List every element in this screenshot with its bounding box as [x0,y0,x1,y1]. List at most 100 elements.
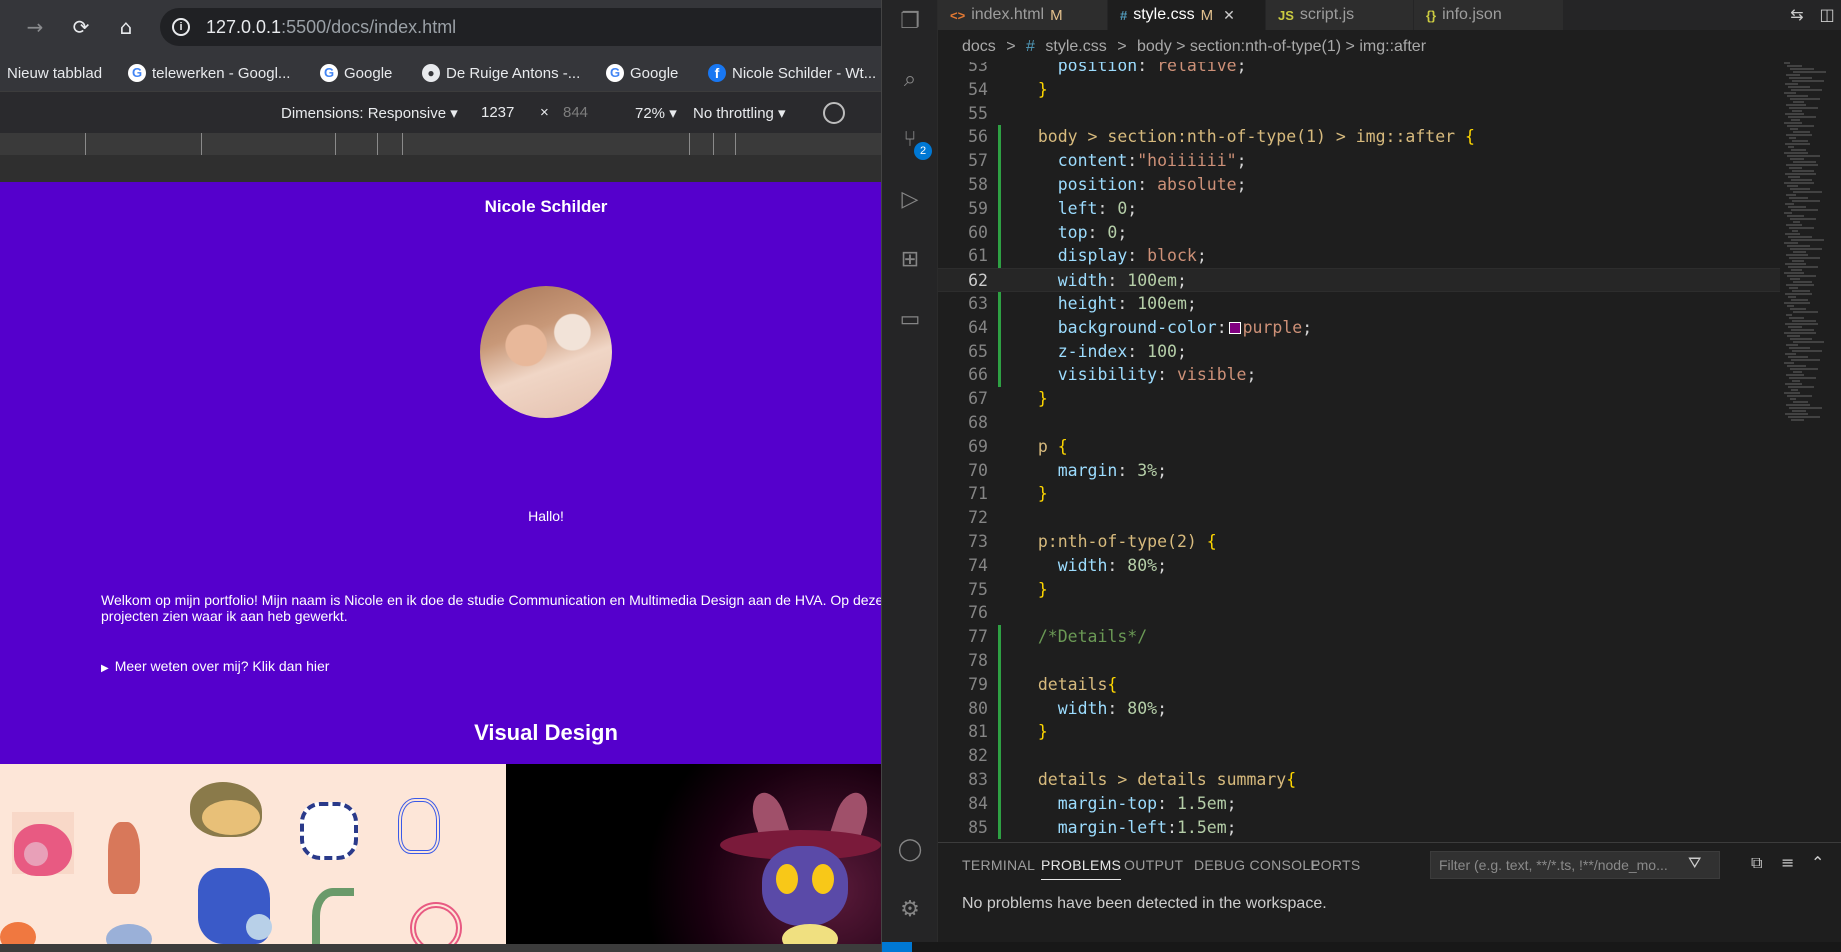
project-thumbnail-character[interactable] [506,764,881,944]
bookmark-google-1[interactable]: G Google [320,62,392,84]
problems-filter-input[interactable]: Filter (e.g. text, **/*.ts, !**/node_mo.… [1430,851,1720,879]
code-line[interactable]: 75 } [938,578,1788,602]
site-info-icon[interactable]: i [172,18,190,36]
code-line[interactable]: 72 [938,506,1788,530]
split-editor-icon[interactable]: ◫ [1816,4,1838,26]
code-line[interactable]: 80 width: 80%; [938,697,1788,721]
code-editor[interactable]: 53 position: relative; 54 } 55 56 body > se… [938,62,1841,842]
code-line[interactable]: 53 position: relative; [938,62,1788,78]
code-line[interactable]: 57 content:"hoiiiiii"; [938,149,1788,173]
project-thumbnail-shapes[interactable] [0,764,506,944]
code-token: margin-top [1018,793,1158,813]
home-icon[interactable]: ⌂ [113,14,139,40]
code-line[interactable]: 64 background-color: purple; [938,316,1788,340]
tab-index-html[interactable]: <> index.html M [938,0,1108,30]
maximize-panel-icon[interactable]: ⌃ [1811,853,1824,872]
minimap-line [1785,353,1796,355]
code-line[interactable]: 78 [938,649,1788,673]
globe-icon: ● [422,64,440,82]
run-debug-icon[interactable]: ▷ [896,186,924,214]
reload-icon[interactable]: ⟳ [68,14,94,40]
close-tab-icon[interactable]: ✕ [1223,7,1235,24]
code-line[interactable]: 66 visibility: visible; [938,363,1788,387]
breadcrumb-docs[interactable]: docs [962,38,996,55]
code-line[interactable]: 67 } [938,387,1788,411]
code-line[interactable]: 71 } [938,482,1788,506]
code-line[interactable]: 83 details > details summary{ [938,768,1788,792]
bookmark-google-2[interactable]: G Google [606,62,678,84]
breadcrumb-file[interactable]: style.css [1045,38,1106,55]
media-query-ruler[interactable] [0,133,881,155]
panel-tab-problems[interactable]: PROBLEMS [1041,857,1122,880]
panel-tab-terminal[interactable]: TERMINAL [962,857,1035,873]
forward-icon[interactable]: → [22,14,48,40]
tab-script-js[interactable]: JS script.js [1266,0,1414,30]
code-line[interactable]: 54 } [938,78,1788,102]
code-line[interactable]: 82 [938,744,1788,768]
code-line[interactable]: 55 [938,102,1788,126]
throttling-dropdown[interactable]: No throttling ▾ [693,104,786,122]
code-line[interactable]: 69 p { [938,435,1788,459]
code-token: ; [1157,460,1168,480]
code-line[interactable]: 56 body > section:nth-of-type(1) > img::… [938,125,1788,149]
code-line[interactable]: 81 } [938,720,1788,744]
tab-style-css[interactable]: # style.css M ✕ [1108,0,1266,30]
code-line[interactable]: 58 position: absolute; [938,173,1788,197]
minimap[interactable] [1780,62,1841,842]
bookmark-nicole-schilder[interactable]: f Nicole Schilder - Wt... [708,62,876,84]
bookmark-de-ruige-antons[interactable]: ● De Ruige Antons -... [422,62,580,84]
search-icon[interactable]: ⌕ [896,66,924,94]
remote-indicator[interactable] [882,942,912,952]
code-line[interactable]: 85 margin-left:1.5em; [938,816,1788,840]
dimensions-dropdown[interactable]: Dimensions: Responsive ▾ [281,104,458,122]
color-swatch[interactable] [1228,322,1241,335]
line-number: 59 [968,198,988,218]
code-line[interactable]: 63 height: 100em; [938,292,1788,316]
viewport-height-input[interactable]: 844 [563,104,588,121]
collapse-all-icon[interactable]: ⧉ [1751,853,1762,873]
compare-changes-icon[interactable]: ⇆ [1786,4,1808,26]
code-line[interactable]: 62 width: 100em; [938,268,1788,292]
remote-explorer-icon[interactable]: ▭ [896,306,924,334]
url-omnibox[interactable]: i 127.0.0.1:5500/docs/index.html [160,8,881,46]
json-file-icon: {} [1426,7,1437,23]
panel-tab-debug-console[interactable]: DEBUG CONSOLE [1194,857,1320,873]
code-token: } [1018,484,1048,504]
code-text: width: 80%; [1018,697,1167,721]
panel-tab-output[interactable]: OUTPUT [1124,857,1183,873]
viewport-width-input[interactable]: 1237 [481,104,514,121]
tab-info-json[interactable]: {} info.json [1414,0,1564,30]
explorer-icon[interactable]: ❐ [896,8,924,36]
bookmark-telewerken[interactable]: G telewerken - Googl... [128,62,290,84]
about-me-details[interactable]: ▶ Meer weten over mij? Klik dan hier [101,658,329,674]
view-as-list-icon[interactable]: ≡ [1781,853,1794,872]
code-line[interactable]: 68 [938,411,1788,435]
panel-tab-ports[interactable]: PORTS [1311,857,1360,873]
minimap-line [1788,86,1810,88]
filter-icon[interactable]: ⛛ [1688,853,1701,873]
line-number: 60 [968,222,988,242]
minimap-line [1789,317,1804,319]
code-line[interactable]: 59 left: 0; [938,197,1788,221]
minimap-line [1784,92,1796,94]
code-line[interactable]: 65 z-index: 100; [938,340,1788,364]
code-token: ; [1302,317,1313,337]
code-line[interactable]: 76 [938,601,1788,625]
rotate-icon[interactable] [823,102,845,124]
code-token: height [1018,294,1118,313]
code-line[interactable]: 77 /*Details*/ [938,625,1788,649]
code-line[interactable]: 74 width: 80%; [938,554,1788,578]
code-line[interactable]: 61 display: block; [938,244,1788,268]
code-line[interactable]: 73 p:nth-of-type(2) { [938,530,1788,554]
extensions-icon[interactable]: ⊞ [896,246,924,274]
zoom-dropdown[interactable]: 72% ▾ [635,104,677,122]
breadcrumb-selector[interactable]: body > section:nth-of-type(1) > img::aft… [1137,38,1426,55]
bookmark-nieuw-tabblad[interactable]: Nieuw tabblad [7,62,102,84]
url-text[interactable]: 127.0.0.1:5500/docs/index.html [206,17,456,38]
manage-gear-icon[interactable]: ⚙ [896,896,924,924]
account-icon[interactable]: ◯ [896,836,924,864]
code-line[interactable]: 70 margin: 3%; [938,459,1788,483]
code-line[interactable]: 60 top: 0; [938,221,1788,245]
code-line[interactable]: 84 margin-top: 1.5em; [938,792,1788,816]
code-line[interactable]: 79 details{ [938,673,1788,697]
